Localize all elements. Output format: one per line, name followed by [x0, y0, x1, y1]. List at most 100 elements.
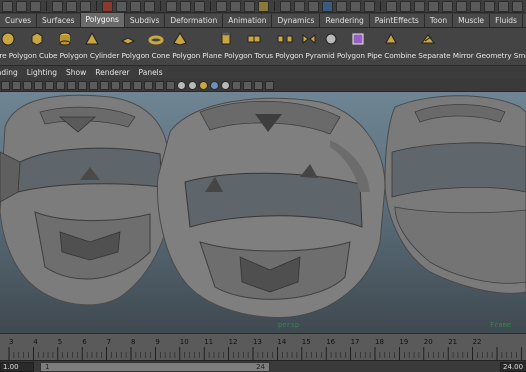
snap-plane-icon[interactable] [144, 0, 155, 12]
textured-icon[interactable] [199, 80, 208, 90]
render-frame-icon[interactable] [216, 0, 227, 12]
isolate-select-icon[interactable] [232, 80, 241, 90]
hypershade-icon[interactable] [258, 0, 269, 12]
shelf-label[interactable]: Polygon Cylinder [57, 51, 120, 60]
open-scene-icon[interactable] [16, 0, 27, 12]
panel-menu-show[interactable]: Show [66, 68, 86, 77]
tab-rendering[interactable]: Rendering [320, 14, 370, 27]
shaded-ball-icon[interactable] [177, 80, 186, 90]
panel-menu-renderer[interactable]: Renderer [95, 68, 129, 77]
outliner-icon[interactable] [428, 0, 439, 12]
panel-menu-panels[interactable]: Panels [139, 68, 163, 77]
shelf-label[interactable]: Polygon Pipe [335, 51, 382, 60]
show-manipulator-icon[interactable] [364, 0, 375, 12]
ipr-render-icon[interactable] [230, 0, 241, 12]
grease-pencil-icon[interactable] [56, 80, 65, 90]
tab-muscle[interactable]: Muscle [453, 14, 491, 27]
input-output-icon[interactable] [194, 0, 205, 12]
panel-menu-hading[interactable]: hading [0, 68, 18, 77]
panel-menu-lighting[interactable]: Lighting [27, 68, 57, 77]
bookmark-icon[interactable] [23, 80, 32, 90]
lasso-tool-icon[interactable] [322, 0, 333, 12]
polygon-pyramid-icon[interactable] [172, 31, 188, 47]
perspective-viewport[interactable]: persp Frame [0, 92, 526, 333]
xray-icon[interactable] [243, 80, 252, 90]
hq-rendering-icon[interactable] [265, 80, 274, 90]
save-scene-icon[interactable] [30, 0, 41, 12]
interactive-split-icon[interactable] [420, 31, 436, 47]
range-slider[interactable]: 1 24 [40, 362, 270, 372]
history-icon[interactable] [166, 0, 177, 12]
wire-on-shaded-icon[interactable] [188, 80, 197, 90]
shelf-label[interactable]: Polygon Torus [222, 51, 273, 60]
tab-surfaces[interactable]: Surfaces [37, 14, 81, 27]
resolution-gate-icon[interactable] [89, 80, 98, 90]
shelf-label[interactable]: Polygon Plane [170, 51, 222, 60]
select-camera-icon[interactable] [1, 80, 10, 90]
rotate-tool-icon[interactable] [294, 0, 305, 12]
select-object-icon[interactable] [66, 0, 77, 12]
tab-polygons[interactable]: Polygons [80, 13, 125, 27]
scale-tool-icon[interactable] [308, 0, 319, 12]
layout-four-icon[interactable] [512, 0, 523, 12]
polygon-cube-icon[interactable] [29, 31, 45, 47]
safe-title-icon[interactable] [133, 80, 142, 90]
move-tool-icon[interactable] [280, 0, 291, 12]
snap-point-icon[interactable] [130, 0, 141, 12]
range-end-field[interactable]: 24.00 [500, 362, 526, 372]
polygon-cone-icon[interactable] [84, 31, 100, 47]
attribute-editor-icon[interactable] [386, 0, 397, 12]
render-settings-icon[interactable] [244, 0, 255, 12]
smooth-shade-icon[interactable] [155, 80, 164, 90]
polygon-pipe-icon[interactable] [218, 31, 234, 47]
separate-icon[interactable] [277, 31, 293, 47]
grid-icon[interactable] [67, 80, 76, 90]
select-hierarchy-icon[interactable] [52, 0, 63, 12]
shelf-label[interactable]: Polygon Cone [119, 51, 170, 60]
polygon-plane-icon[interactable] [120, 31, 136, 47]
mirror-geometry-icon[interactable] [301, 31, 317, 47]
reduce-icon[interactable] [383, 31, 399, 47]
xray-joints-icon[interactable] [254, 80, 263, 90]
select-component-icon[interactable] [80, 0, 91, 12]
shelf-label[interactable]: Smooth [511, 51, 526, 60]
polygon-sphere-icon[interactable] [0, 31, 16, 47]
tab-deformation[interactable]: Deformation [165, 14, 224, 27]
snap-grid-icon[interactable] [102, 0, 113, 12]
field-chart-icon[interactable] [111, 80, 120, 90]
tab-toon[interactable]: Toon [424, 14, 454, 27]
layer-editor-icon[interactable] [470, 0, 481, 12]
combine-icon[interactable] [246, 31, 262, 47]
tab-painteffects[interactable]: PaintEffects [369, 14, 425, 27]
polygon-cylinder-icon[interactable] [57, 31, 73, 47]
script-editor-icon[interactable] [484, 0, 495, 12]
subdiv-proxy-icon[interactable] [350, 31, 366, 47]
tab-curves[interactable]: Curves [0, 14, 38, 27]
shelf-label[interactable]: Polygon Cube [7, 51, 58, 60]
lighting-icon[interactable] [210, 80, 219, 90]
paint-select-icon[interactable] [336, 0, 347, 12]
flat-shade-icon[interactable] [166, 80, 175, 90]
soft-mod-icon[interactable] [350, 0, 361, 12]
shelf-label[interactable]: Separate [416, 51, 450, 60]
shelf-label[interactable]: Combine [382, 51, 416, 60]
tab-dynamics[interactable]: Dynamics [272, 14, 321, 27]
time-slider[interactable]: 3456789101112131415161718192021222 [0, 333, 526, 360]
dope-sheet-icon[interactable] [456, 0, 467, 12]
image-plane-icon[interactable] [34, 80, 43, 90]
wireframe-icon[interactable] [144, 80, 153, 90]
shelf-label[interactable]: Mirror Geometry [451, 51, 512, 60]
film-gate-icon[interactable] [78, 80, 87, 90]
shadows-icon[interactable] [221, 80, 230, 90]
safe-action-icon[interactable] [122, 80, 131, 90]
layout-single-icon[interactable] [498, 0, 509, 12]
graph-editor-icon[interactable] [442, 0, 453, 12]
tool-settings-icon[interactable] [400, 0, 411, 12]
tab-fluids[interactable]: Fluids [490, 14, 523, 27]
tab-animation[interactable]: Animation [223, 14, 273, 27]
construction-history-icon[interactable] [180, 0, 191, 12]
new-scene-icon[interactable] [2, 0, 13, 12]
range-start-field[interactable]: 1.00 [0, 362, 34, 372]
snap-curve-icon[interactable] [116, 0, 127, 12]
gate-mask-icon[interactable] [100, 80, 109, 90]
